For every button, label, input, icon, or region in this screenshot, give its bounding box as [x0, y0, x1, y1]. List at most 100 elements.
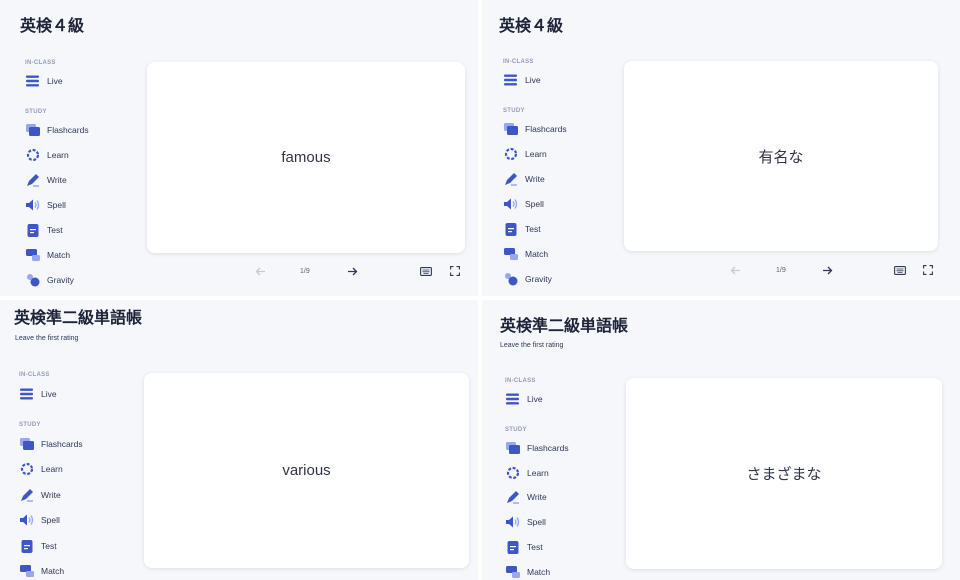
next-card-button[interactable]: [345, 264, 359, 278]
sidebar-item-match[interactable]: Match: [20, 563, 64, 579]
flashcard[interactable]: 有名な: [624, 61, 938, 251]
sidebar-item-live[interactable]: Live: [506, 391, 543, 407]
spell-icon: [506, 515, 520, 529]
flashcard[interactable]: famous: [147, 62, 465, 253]
live-icon: [504, 73, 518, 87]
sidebar-item-label: Flashcards: [527, 443, 569, 453]
arrow-left-icon: [255, 267, 265, 275]
keyboard-shortcuts-button[interactable]: [419, 264, 433, 278]
sidebar-item-label: Live: [527, 394, 543, 404]
sidebar-item-flashcards[interactable]: Flashcards: [504, 121, 567, 137]
section-study: STUDY: [503, 108, 525, 114]
match-icon: [506, 565, 520, 579]
sidebar-item-label: Write: [525, 174, 545, 184]
sidebar-item-gravity[interactable]: Gravity: [26, 272, 74, 288]
next-card-button[interactable]: [820, 263, 834, 277]
fullscreen-button[interactable]: [921, 263, 935, 277]
card-counter: 1/9: [776, 267, 786, 274]
section-study: STUDY: [505, 427, 527, 433]
rating-link[interactable]: Leave the first rating: [500, 342, 563, 349]
sidebar-item-match[interactable]: Match: [504, 246, 548, 262]
sidebar-item-test[interactable]: Test: [506, 539, 543, 555]
fullscreen-button[interactable]: [448, 264, 462, 278]
sidebar-item-gravity[interactable]: Gravity: [504, 271, 552, 287]
page-title: 英検４級: [20, 18, 85, 35]
flashcard-definition: さまざまな: [746, 466, 822, 483]
rating-link[interactable]: Leave the first rating: [15, 335, 78, 342]
test-icon: [26, 223, 40, 237]
spell-icon: [26, 198, 40, 212]
keyboard-icon: [420, 266, 432, 276]
sidebar-item-learn[interactable]: Learn: [20, 461, 63, 477]
learn-icon: [506, 466, 520, 480]
arrow-right-icon: [822, 266, 832, 274]
sidebar-item-live[interactable]: Live: [26, 73, 63, 89]
prev-card-button[interactable]: [253, 264, 267, 278]
keyboard-icon: [894, 265, 906, 275]
page-title: 英検準二級単語帳: [500, 318, 629, 335]
prev-card-button[interactable]: [728, 263, 742, 277]
learn-icon: [20, 462, 34, 476]
test-icon: [20, 539, 34, 553]
sidebar-item-label: Flashcards: [41, 439, 83, 449]
sidebar-item-test[interactable]: Test: [26, 222, 63, 238]
panel-top-left: 英検４級 IN-CLASS Live STUDY Flashcards Lear…: [0, 0, 478, 296]
write-icon: [506, 490, 520, 504]
sidebar-item-label: Flashcards: [47, 125, 89, 135]
sidebar-item-flashcards[interactable]: Flashcards: [20, 436, 83, 452]
sidebar-item-write[interactable]: Write: [506, 489, 547, 505]
sidebar-item-test[interactable]: Test: [504, 221, 541, 237]
sidebar-item-flashcards[interactable]: Flashcards: [506, 440, 569, 456]
section-study: STUDY: [25, 109, 47, 115]
sidebar-item-live[interactable]: Live: [504, 72, 541, 88]
live-icon: [20, 387, 34, 401]
sidebar-item-label: Live: [41, 389, 57, 399]
write-icon: [504, 172, 518, 186]
sidebar-item-learn[interactable]: Learn: [26, 147, 69, 163]
write-icon: [20, 488, 34, 502]
sidebar-item-label: Spell: [525, 199, 544, 209]
sidebar-item-spell[interactable]: Spell: [20, 512, 60, 528]
live-icon: [506, 392, 520, 406]
sidebar-item-label: Match: [47, 250, 71, 260]
sidebar-item-flashcards[interactable]: Flashcards: [26, 122, 89, 138]
sidebar-item-test[interactable]: Test: [20, 538, 57, 554]
keyboard-shortcuts-button[interactable]: [893, 263, 907, 277]
flashcard-definition: 有名な: [758, 148, 804, 166]
sidebar-item-spell[interactable]: Spell: [506, 514, 546, 530]
sidebar-item-spell[interactable]: Spell: [26, 197, 66, 213]
flashcard[interactable]: various: [144, 373, 469, 568]
arrow-left-icon: [730, 266, 740, 274]
section-in-class: IN-CLASS: [25, 60, 56, 66]
panel-top-right: 英検４級 IN-CLASS Live STUDY Flashcards Lear…: [482, 4, 960, 296]
flashcard-term: famous: [281, 149, 331, 166]
match-icon: [26, 248, 40, 262]
sidebar-item-write[interactable]: Write: [504, 171, 545, 187]
sidebar-item-label: Live: [525, 75, 541, 85]
sidebar-item-label: Gravity: [47, 275, 74, 285]
sidebar-item-match[interactable]: Match: [506, 564, 550, 580]
sidebar-item-spell[interactable]: Spell: [504, 196, 544, 212]
flashcards-icon: [504, 122, 518, 136]
sidebar-item-match[interactable]: Match: [26, 247, 70, 263]
sidebar-item-label: Test: [47, 225, 63, 235]
arrow-right-icon: [347, 267, 357, 275]
sidebar-item-write[interactable]: Write: [20, 487, 61, 503]
sidebar-item-learn[interactable]: Learn: [504, 146, 547, 162]
flashcards-icon: [20, 437, 34, 451]
sidebar-item-label: Test: [41, 541, 57, 551]
sidebar-item-label: Test: [525, 224, 541, 234]
flashcard[interactable]: さまざまな: [626, 378, 942, 569]
flashcards-icon: [506, 441, 520, 455]
sidebar-item-label: Write: [41, 490, 61, 500]
card-counter: 1/9: [300, 268, 310, 275]
sidebar-item-label: Flashcards: [525, 124, 567, 134]
test-icon: [506, 540, 520, 554]
sidebar-item-write[interactable]: Write: [26, 172, 67, 188]
section-study: STUDY: [19, 422, 41, 428]
sidebar-item-label: Live: [47, 76, 63, 86]
test-icon: [504, 222, 518, 236]
sidebar-item-learn[interactable]: Learn: [506, 465, 549, 481]
sidebar-item-live[interactable]: Live: [20, 386, 57, 402]
sidebar-item-label: Match: [527, 567, 551, 577]
